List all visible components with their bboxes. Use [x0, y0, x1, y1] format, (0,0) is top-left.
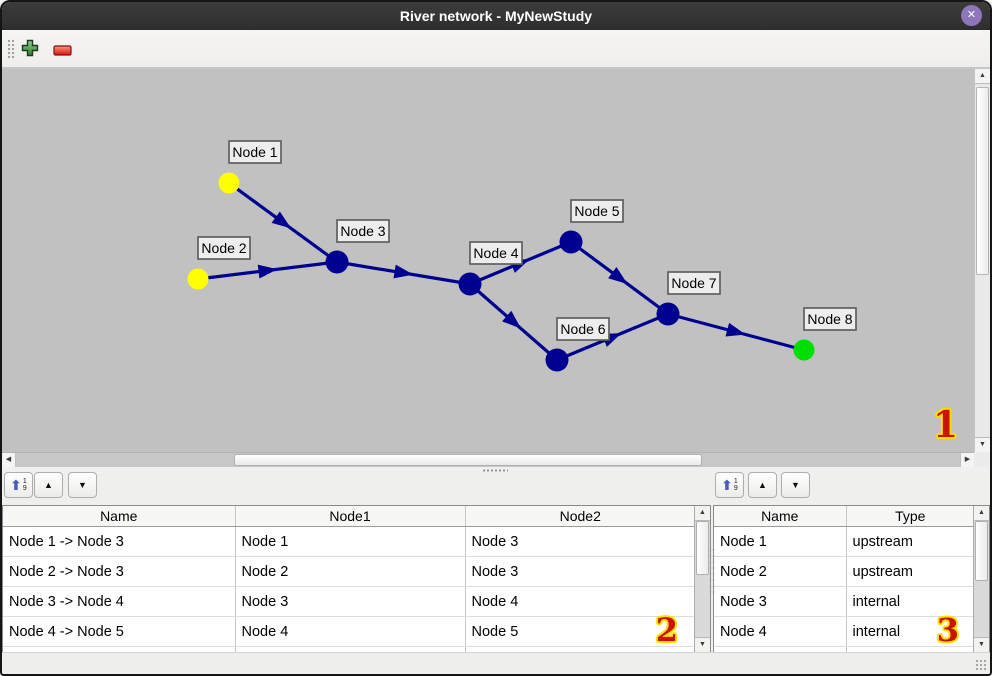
horizontal-splitter[interactable] — [2, 467, 990, 473]
table-cell[interactable]: Node 4 -> Node 5 — [3, 617, 235, 647]
scroll-down-icon[interactable]: ▼ — [695, 637, 710, 652]
annotation-number-2: 2 — [656, 614, 678, 646]
resize-grip-icon[interactable] — [975, 659, 988, 672]
add-node-button[interactable] — [21, 39, 39, 62]
node-circle[interactable] — [794, 340, 815, 361]
column-header[interactable]: Name — [3, 506, 235, 527]
down-triangle-icon: ▼ — [791, 481, 800, 490]
horizontal-scrollbar-thumb[interactable] — [234, 454, 702, 466]
toolbar-grip-handle[interactable] — [7, 39, 16, 60]
table-cell[interactable]: Node 2 — [714, 557, 846, 587]
vertical-splitter[interactable] — [709, 547, 715, 595]
canvas-horizontal-scrollbar[interactable]: ◀ ▶ — [2, 452, 974, 467]
table-row[interactable]: Node 3internal — [714, 587, 974, 617]
table-row[interactable]: Node 1upstream — [714, 527, 974, 557]
minus-icon — [53, 45, 72, 56]
annotation-number-3: 3 — [937, 614, 959, 646]
canvas-vertical-scrollbar[interactable]: ▲ ▼ — [974, 69, 990, 452]
main-toolbar — [2, 30, 990, 69]
table-cell[interactable]: Node 3 — [465, 527, 695, 557]
status-bar — [2, 652, 990, 674]
node-circle[interactable] — [657, 303, 680, 326]
column-header[interactable]: Node2 — [465, 506, 695, 527]
node-circle[interactable] — [546, 349, 569, 372]
nodes-move-up-button[interactable]: ▲ — [748, 472, 777, 498]
table-cell[interactable]: Node 1 — [235, 527, 465, 557]
app-window: River network - MyNewStudy ✕ Node 1Node … — [0, 0, 992, 676]
close-icon[interactable]: ✕ — [961, 5, 982, 26]
table-row[interactable]: Node 3 -> Node 4Node 3Node 4 — [3, 587, 695, 617]
nodes-table-scrollbar[interactable]: ▲ ▼ — [973, 506, 989, 652]
table-cell[interactable]: Node 3 -> Node 4 — [3, 587, 235, 617]
table-row[interactable]: Node 4 -> Node 5Node 4Node 5 — [3, 617, 695, 647]
node-label: Node 1 — [232, 144, 277, 160]
links-table-panel: NameNode1Node2Node 1 -> Node 3Node 1Node… — [2, 505, 711, 653]
nodes-move-down-button[interactable]: ▼ — [781, 472, 810, 498]
scroll-down-icon[interactable]: ▼ — [974, 637, 989, 652]
river-network-canvas[interactable]: Node 1 Node 2 Node 3 Node 4 Node 5 Node 6 Node… — [2, 69, 974, 452]
node-label: Node 2 — [201, 240, 246, 256]
node-label: Node 7 — [671, 275, 716, 291]
up-triangle-icon: ▲ — [44, 481, 53, 490]
node-circle[interactable] — [560, 231, 583, 254]
node-label: Node 6 — [560, 321, 605, 337]
nodes-table[interactable]: NameTypeNode 1upstreamNode 2upstreamNode… — [714, 506, 974, 653]
window-title: River network - MyNewStudy — [400, 8, 592, 24]
vertical-scrollbar-thumb[interactable] — [976, 87, 989, 275]
nodes-scrollbar-thumb[interactable] — [975, 521, 988, 581]
table-cell[interactable]: Node 1 — [714, 527, 846, 557]
table-cell[interactable]: Node 4 — [714, 617, 846, 647]
column-header[interactable]: Type — [846, 506, 974, 527]
links-move-down-button[interactable]: ▼ — [68, 472, 97, 498]
node-label: Node 5 — [574, 203, 619, 219]
table-cell[interactable]: Node 3 — [235, 587, 465, 617]
remove-node-button[interactable] — [53, 43, 72, 61]
table-cell[interactable]: Node 3 — [465, 557, 695, 587]
nodes-table-panel: NameTypeNode 1upstreamNode 2upstreamNode… — [713, 505, 990, 653]
table-row[interactable]: Node 4internal — [714, 617, 974, 647]
title-bar[interactable]: River network - MyNewStudy ✕ — [2, 2, 990, 30]
links-move-up-button[interactable]: ▲ — [34, 472, 63, 498]
scroll-up-icon[interactable]: ▲ — [974, 506, 989, 521]
node-label: Node 4 — [473, 245, 518, 261]
table-cell[interactable]: Node 2 — [235, 557, 465, 587]
column-header[interactable]: Name — [714, 506, 846, 527]
splitter-grip-icon — [482, 469, 508, 472]
sort-ascending-icon: ⬆ 19 — [10, 478, 27, 492]
links-scrollbar-thumb[interactable] — [696, 521, 709, 575]
scroll-up-icon[interactable]: ▲ — [975, 69, 990, 84]
links-table[interactable]: NameNode1Node2Node 1 -> Node 3Node 1Node… — [3, 506, 695, 653]
scroll-left-icon[interactable]: ◀ — [2, 453, 16, 467]
table-row[interactable]: Node 2upstream — [714, 557, 974, 587]
node-circle[interactable] — [219, 173, 240, 194]
scroll-up-icon[interactable]: ▲ — [695, 506, 710, 521]
table-row[interactable]: Node 1 -> Node 3Node 1Node 3 — [3, 527, 695, 557]
scroll-down-icon[interactable]: ▼ — [975, 437, 990, 452]
node-label: Node 8 — [807, 311, 852, 327]
table-cell[interactable]: upstream — [846, 557, 974, 587]
up-triangle-icon: ▲ — [758, 481, 767, 490]
scrollbar-corner — [974, 452, 990, 467]
table-cell[interactable]: upstream — [846, 527, 974, 557]
links-sort-button[interactable]: ⬆ 19 — [4, 472, 33, 498]
down-triangle-icon: ▼ — [78, 481, 87, 490]
edge-arrow-icon — [726, 323, 748, 341]
annotation-number-1: 1 — [933, 407, 958, 443]
column-header[interactable]: Node1 — [235, 506, 465, 527]
table-row[interactable]: Node 2 -> Node 3Node 2Node 3 — [3, 557, 695, 587]
table-cell[interactable]: Node 4 — [235, 617, 465, 647]
table-cell[interactable]: Node 1 -> Node 3 — [3, 527, 235, 557]
plus-icon — [21, 39, 39, 57]
node-label: Node 3 — [340, 223, 385, 239]
sort-ascending-icon: ⬆ 19 — [721, 478, 738, 492]
node-circle[interactable] — [459, 273, 482, 296]
river-network-svg[interactable]: Node 1 Node 2 Node 3 Node 4 Node 5 Node 6 Node… — [2, 69, 974, 452]
scroll-right-icon[interactable]: ▶ — [960, 453, 974, 467]
nodes-sort-button[interactable]: ⬆ 19 — [715, 472, 744, 498]
table-cell[interactable]: Node 3 — [714, 587, 846, 617]
links-table-scrollbar[interactable]: ▲ ▼ — [694, 506, 710, 652]
table-cell[interactable]: Node 2 -> Node 3 — [3, 557, 235, 587]
node-circle[interactable] — [188, 269, 209, 290]
node-circle[interactable] — [326, 251, 349, 274]
